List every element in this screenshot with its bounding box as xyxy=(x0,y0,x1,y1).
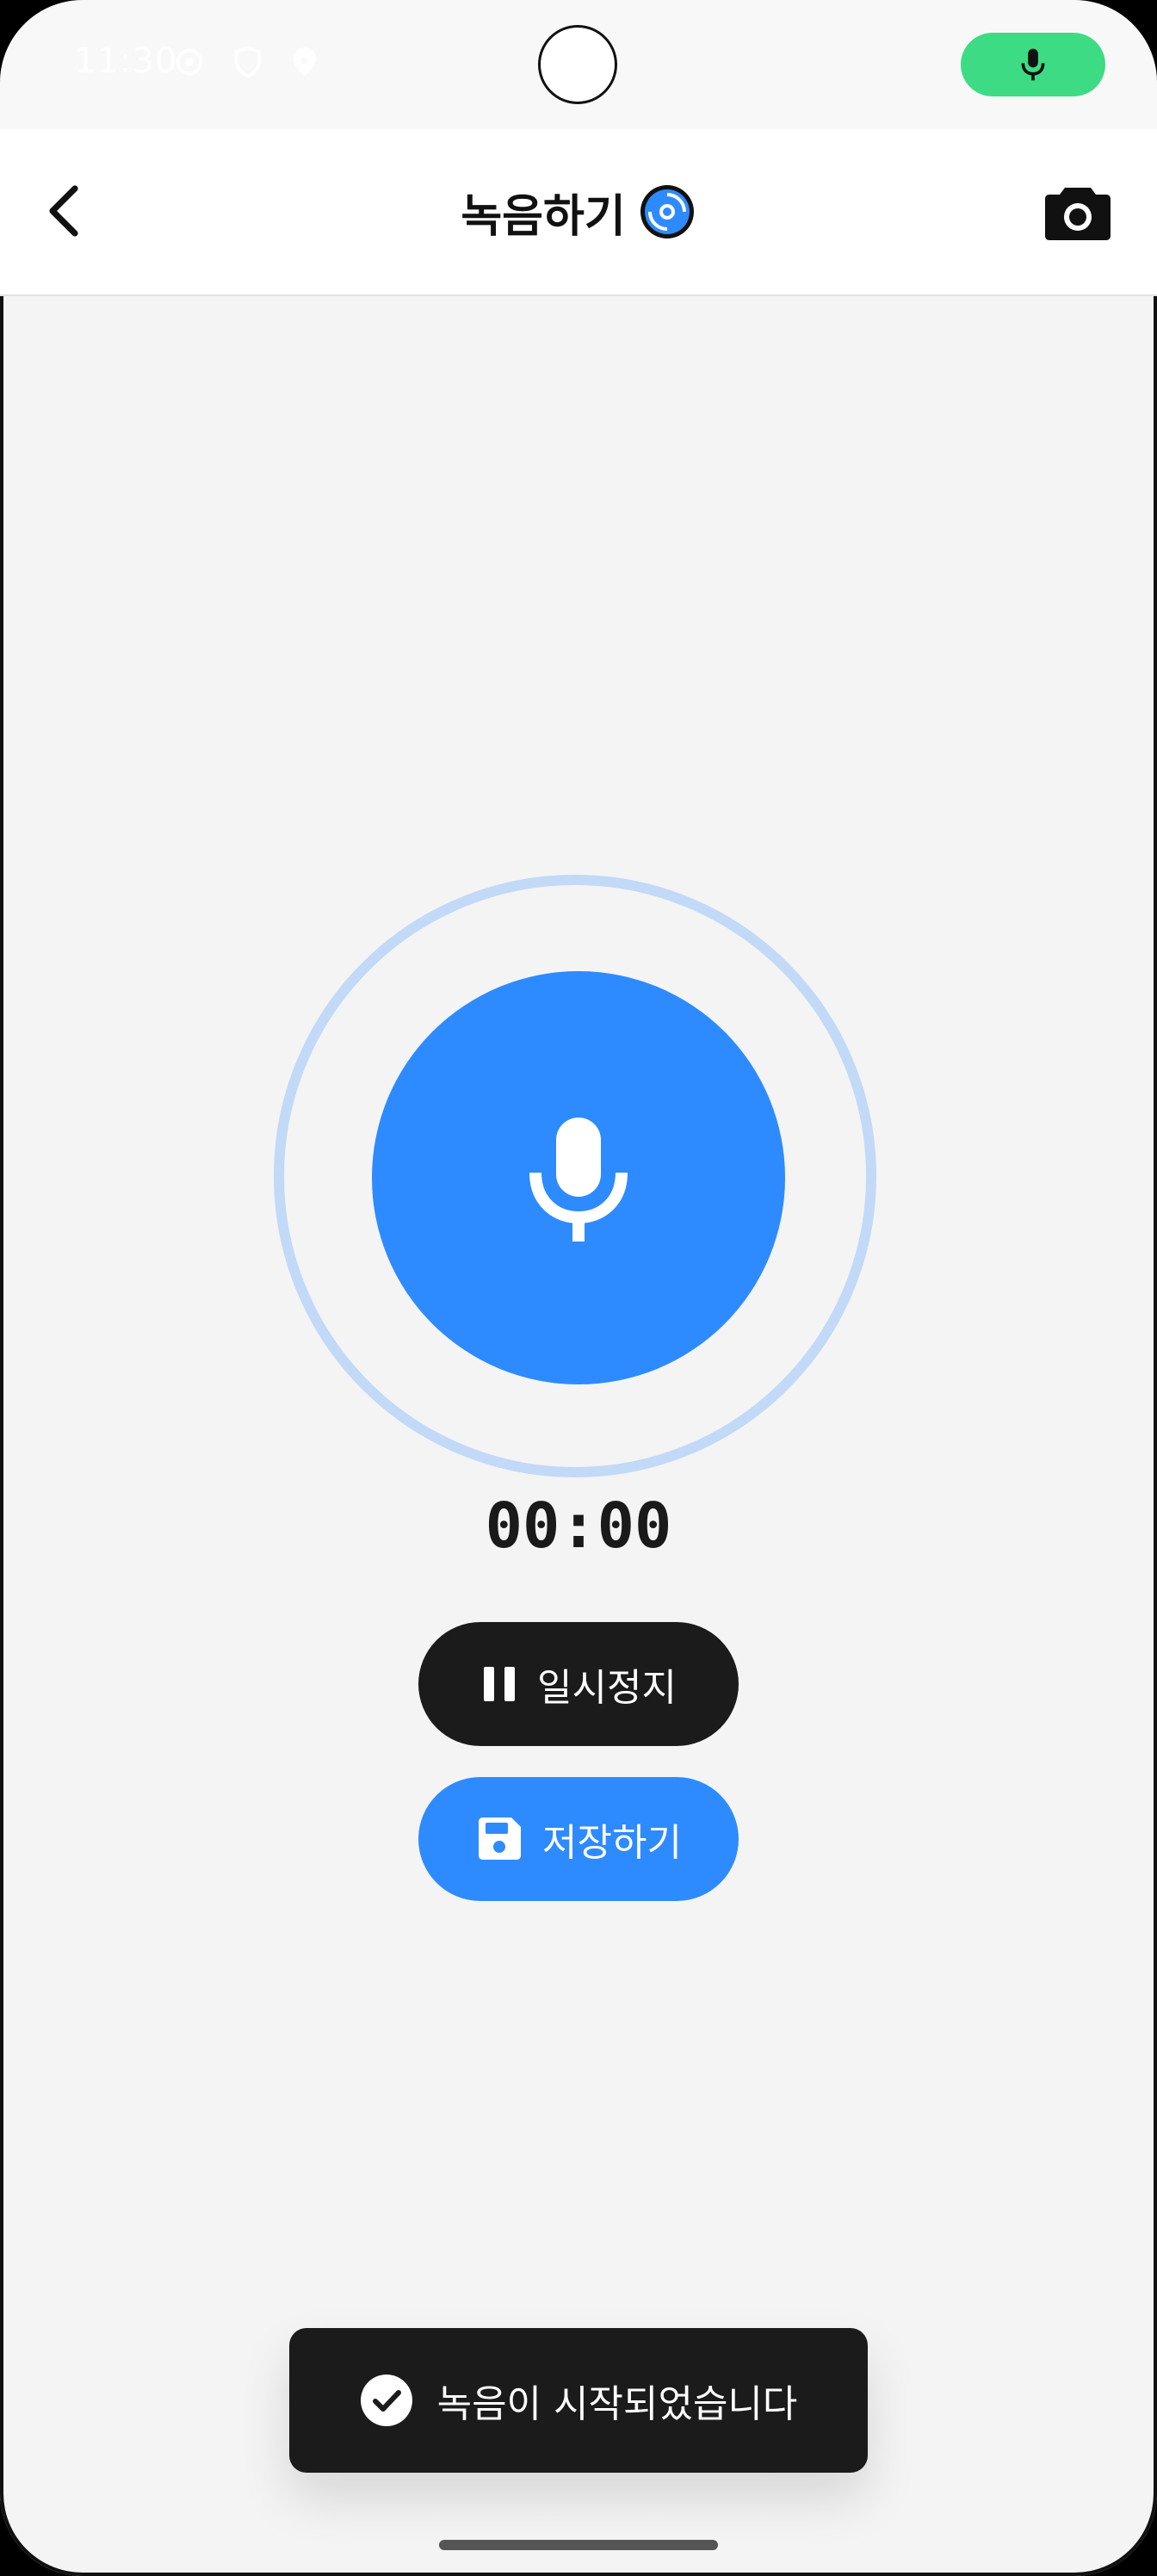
shield-icon xyxy=(231,45,265,79)
chevron-left-icon xyxy=(49,185,78,237)
save-icon xyxy=(479,1817,522,1860)
camera-icon xyxy=(1045,188,1111,240)
camera-button[interactable] xyxy=(1030,172,1126,251)
status-time: 11:30 xyxy=(74,41,178,81)
toast-notification: 녹음이 시작되었습니다 xyxy=(289,2328,868,2473)
microphone-indicator-icon xyxy=(1021,48,1045,81)
pause-icon xyxy=(484,1667,516,1701)
back-button[interactable] xyxy=(26,172,103,250)
save-button-label: 저장하기 xyxy=(542,1821,682,1865)
pause-button-label: 일시정지 xyxy=(537,1666,677,1710)
check-circle-icon xyxy=(360,2375,412,2426)
pause-button[interactable]: 일시정지 xyxy=(418,1622,739,1746)
phone-screen: 11:30 녹음하기 00:00 일시정지 저장하기 녹음이 시작되었습니다 xyxy=(0,0,1157,2576)
recording-timer: 00:00 xyxy=(485,1489,672,1562)
settings-icon xyxy=(172,45,207,79)
record-button[interactable] xyxy=(372,971,785,1384)
location-icon xyxy=(288,45,322,79)
microphone-icon xyxy=(529,1118,628,1242)
toast-message: 녹음이 시작되었습니다 xyxy=(436,2382,798,2426)
page-title: 녹음하기 xyxy=(461,190,626,243)
front-camera xyxy=(541,28,615,102)
status-bar: 11:30 xyxy=(0,0,1157,129)
disc-icon xyxy=(640,185,694,238)
title-group: 녹음하기 xyxy=(0,129,1157,294)
save-button[interactable]: 저장하기 xyxy=(418,1777,739,1901)
app-bar: 녹음하기 xyxy=(0,129,1157,296)
mic-in-use-indicator[interactable] xyxy=(961,33,1105,96)
home-indicator[interactable] xyxy=(439,2540,718,2550)
